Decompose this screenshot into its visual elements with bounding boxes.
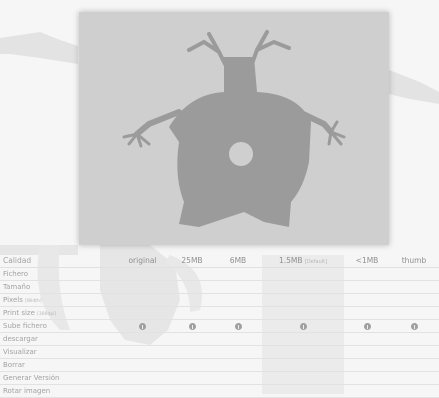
row-sube-fichero: Sube fichero	[0, 320, 439, 333]
upload-icon[interactable]	[410, 323, 418, 330]
row-label-rotar-imagen: Rotar imagen	[3, 387, 51, 395]
table-header-row: Calidad original 25MB 6MB 1.5MB [Default…	[0, 255, 439, 268]
pixels-label: Pixels	[3, 296, 23, 304]
upload-icon[interactable]	[299, 323, 307, 330]
row-rotar-imagen: Rotar imagen	[0, 385, 439, 398]
row-borrar: Borrar	[0, 359, 439, 372]
default-badge: [Default]	[304, 259, 328, 265]
row-label-borrar: Borrar	[3, 361, 25, 369]
row-label-calidad: Calidad	[3, 256, 32, 265]
row-label-fichero: Fichero	[3, 270, 29, 278]
column-25mb[interactable]: 25MB	[172, 255, 212, 267]
upload-icon[interactable]	[138, 323, 146, 330]
row-descargar: descargar	[0, 333, 439, 346]
column-6mb[interactable]: 6MB	[220, 255, 256, 267]
column-1-5mb-label: 1.5MB	[278, 256, 303, 265]
pixels-sub: [Width]	[25, 299, 42, 304]
column-thumb[interactable]: thumb	[393, 255, 435, 267]
row-label-print-size: Print size [300dpi]	[3, 307, 56, 321]
upload-icon[interactable]	[188, 323, 196, 330]
row-visualizar: Visualizar	[0, 346, 439, 359]
column-1-5mb[interactable]: 1.5MB [Default]	[262, 255, 344, 268]
image-preview[interactable]	[79, 12, 389, 245]
column-original[interactable]: original	[120, 255, 165, 267]
column-lt1mb[interactable]: <1MB	[347, 255, 387, 267]
row-generar-version: Generar Versión	[0, 372, 439, 385]
row-fichero: Fichero	[0, 268, 439, 281]
petroglyph-figure	[122, 30, 346, 227]
row-print-size: Print size [300dpi]	[0, 307, 439, 320]
print-size-label: Print size	[3, 309, 35, 317]
print-size-sub: [300dpi]	[37, 312, 57, 317]
upload-icon[interactable]	[363, 323, 371, 330]
row-label-generar-version: Generar Versión	[3, 374, 60, 382]
versions-table: Calidad original 25MB 6MB 1.5MB [Default…	[0, 255, 439, 398]
row-label-descargar: descargar	[3, 335, 38, 343]
row-label-pixels: Pixels [Width]	[3, 294, 42, 308]
row-label-visualizar: Visualizar	[3, 348, 37, 356]
row-pixels: Pixels [Width]	[0, 294, 439, 307]
row-label-tamano: Tamaño	[3, 283, 31, 291]
row-tamano: Tamaño	[0, 281, 439, 294]
row-label-sube-fichero: Sube fichero	[3, 322, 47, 330]
upload-icon[interactable]	[234, 323, 242, 330]
